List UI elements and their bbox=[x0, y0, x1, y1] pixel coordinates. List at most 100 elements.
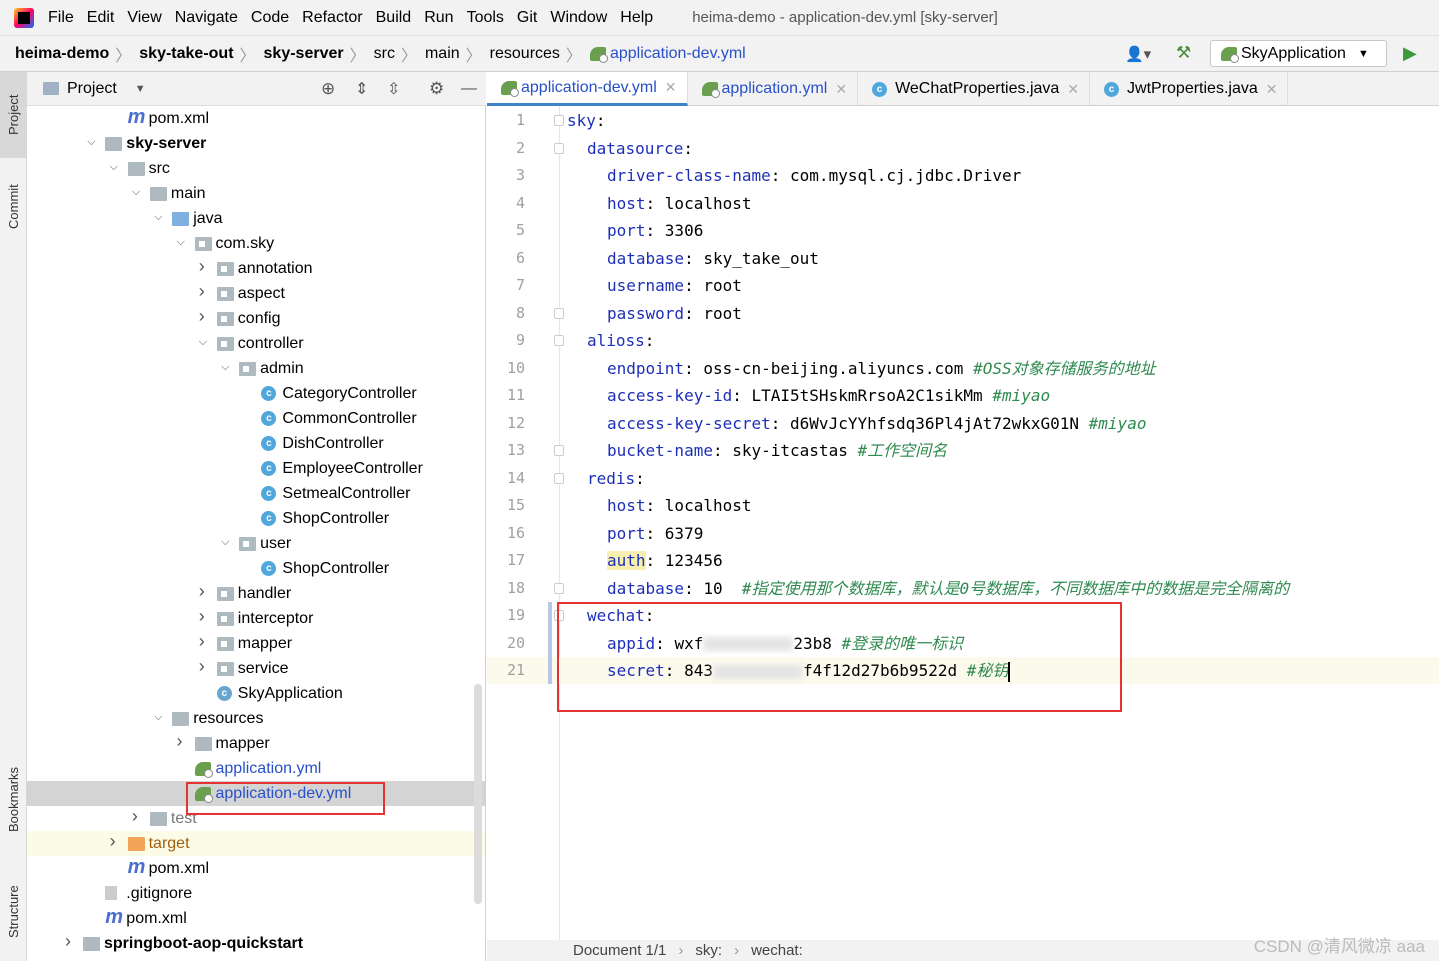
tree-scrollbar[interactable] bbox=[474, 684, 482, 904]
breadcrumb-item[interactable]: src bbox=[374, 45, 395, 63]
breadcrumb-item[interactable]: sky-take-out bbox=[139, 45, 233, 63]
tree-item[interactable]: c CategoryController bbox=[27, 381, 485, 406]
tree-item[interactable]: c CommonController bbox=[27, 406, 485, 431]
path-item[interactable]: sky: bbox=[695, 942, 722, 959]
tree-item[interactable]: › service bbox=[27, 656, 485, 681]
tree-item[interactable]: m pom.xml bbox=[27, 856, 485, 881]
code-line[interactable]: endpoint: oss-cn-beijing.aliyuncs.com #O… bbox=[560, 355, 1156, 382]
chevron-right-icon[interactable]: › bbox=[199, 607, 209, 625]
tree-item[interactable]: application.yml bbox=[27, 756, 485, 781]
chevron-down-icon[interactable]: ⌵ bbox=[132, 187, 142, 198]
chevron-down-icon[interactable]: ⌵ bbox=[87, 137, 97, 148]
code-line[interactable]: host: localhost bbox=[560, 190, 752, 217]
menu-help[interactable]: Help bbox=[620, 9, 653, 26]
tree-item[interactable]: ⌵ resources bbox=[27, 706, 485, 731]
chevron-right-icon[interactable]: › bbox=[199, 307, 209, 325]
tool-tab-structure[interactable]: Structure bbox=[0, 867, 27, 957]
editor-tab[interactable]: c JwtProperties.java ✕ bbox=[1090, 72, 1289, 106]
minimize-icon[interactable]: — bbox=[461, 80, 477, 98]
locate-icon[interactable]: ⊕ bbox=[321, 79, 335, 99]
tree-item[interactable]: ⌵ main bbox=[27, 181, 485, 206]
chevron-right-icon[interactable]: › bbox=[65, 932, 75, 950]
tree-item[interactable]: › handler bbox=[27, 581, 485, 606]
code-line[interactable]: access-key-secret: d6WvJcYYhfsdq36Pl4jAt… bbox=[560, 410, 1146, 437]
code-line[interactable]: alioss: bbox=[560, 327, 664, 354]
run-icon[interactable]: ▶ bbox=[1403, 43, 1417, 64]
tree-item[interactable]: .gitignore bbox=[27, 881, 485, 906]
tree-item[interactable]: ⌵ java bbox=[27, 206, 485, 231]
tool-tab-project[interactable]: Project bbox=[0, 72, 27, 158]
path-item[interactable]: wechat: bbox=[751, 942, 803, 959]
close-icon[interactable]: ✕ bbox=[835, 81, 847, 98]
tree-item[interactable]: c ShopController bbox=[27, 506, 485, 531]
tree-item[interactable]: ⌵ sky-server bbox=[27, 131, 485, 156]
tree-item[interactable]: › config bbox=[27, 306, 485, 331]
collapse-all-icon[interactable]: ⇳ bbox=[387, 79, 400, 99]
chevron-down-icon[interactable]: ▼ bbox=[135, 83, 146, 95]
menu-view[interactable]: View bbox=[127, 9, 161, 26]
code-line[interactable]: host: localhost bbox=[560, 492, 752, 519]
chevron-right-icon[interactable]: › bbox=[199, 632, 209, 650]
code-line[interactable]: port: 6379 bbox=[560, 520, 703, 547]
breadcrumb-item[interactable]: application-dev.yml bbox=[610, 45, 746, 63]
tree-item[interactable]: m pom.xml bbox=[27, 106, 485, 131]
menu-code[interactable]: Code bbox=[251, 9, 289, 26]
tree-item[interactable]: c DishController bbox=[27, 431, 485, 456]
user-icon[interactable]: 👤▾ bbox=[1125, 45, 1151, 63]
breadcrumb-item[interactable]: sky-server bbox=[264, 45, 344, 63]
tree-item[interactable]: ⌵ user bbox=[27, 531, 485, 556]
tree-item[interactable]: c SetmealController bbox=[27, 481, 485, 506]
tree-item[interactable]: › aspect bbox=[27, 281, 485, 306]
menu-run[interactable]: Run bbox=[424, 9, 453, 26]
chevron-right-icon[interactable]: › bbox=[199, 257, 209, 275]
tree-item[interactable]: › springboot-aop-quickstart bbox=[27, 931, 485, 956]
close-icon[interactable]: ✕ bbox=[1266, 81, 1278, 98]
menu-window[interactable]: Window bbox=[550, 9, 607, 26]
code-line[interactable]: access-key-id: LTAI5tSHskmRrsoA2C1sikMm … bbox=[560, 382, 1050, 409]
tree-item[interactable]: ⌵ src bbox=[27, 156, 485, 181]
tree-item[interactable]: ⌵ admin bbox=[27, 356, 485, 381]
chevron-down-icon[interactable]: ⌵ bbox=[221, 537, 231, 548]
tool-tab-commit[interactable]: Commit bbox=[0, 167, 27, 247]
chevron-right-icon[interactable]: › bbox=[199, 582, 209, 600]
tree-item[interactable]: › mapper bbox=[27, 731, 485, 756]
tree-item[interactable]: c EmployeeController bbox=[27, 456, 485, 481]
chevron-down-icon[interactable]: ⌵ bbox=[199, 337, 209, 348]
code-line[interactable]: password: root bbox=[560, 300, 742, 327]
chevron-right-icon[interactable]: › bbox=[199, 282, 209, 300]
editor-tab[interactable]: application.yml ✕ bbox=[688, 72, 859, 106]
code-line[interactable]: datasource: bbox=[560, 135, 703, 162]
tree-item[interactable]: c ShopController bbox=[27, 556, 485, 581]
code-line[interactable]: driver-class-name: com.mysql.cj.jdbc.Dri… bbox=[560, 162, 1021, 189]
menu-build[interactable]: Build bbox=[376, 9, 412, 26]
chevron-down-icon[interactable]: ⌵ bbox=[110, 162, 120, 173]
code-line[interactable]: redis: bbox=[560, 465, 654, 492]
expand-all-icon[interactable]: ⇕ bbox=[355, 79, 368, 99]
editor-tab[interactable]: application-dev.yml ✕ bbox=[487, 72, 688, 106]
menu-git[interactable]: Git bbox=[517, 9, 537, 26]
chevron-right-icon[interactable]: › bbox=[110, 832, 120, 850]
tree-item[interactable]: › interceptor bbox=[27, 606, 485, 631]
menu-edit[interactable]: Edit bbox=[87, 9, 115, 26]
tree-item[interactable]: c SkyApplication bbox=[27, 681, 485, 706]
code-editor[interactable]: sky: datasource: driver-class-name: com.… bbox=[560, 106, 1439, 940]
chevron-right-icon[interactable]: › bbox=[132, 807, 142, 825]
tree-item[interactable]: ⌵ com.sky bbox=[27, 231, 485, 256]
code-line[interactable]: database: sky_take_out bbox=[560, 245, 819, 272]
editor-tab[interactable]: c WeChatProperties.java ✕ bbox=[858, 72, 1091, 106]
menu-navigate[interactable]: Navigate bbox=[175, 9, 238, 26]
menu-file[interactable]: File bbox=[48, 9, 74, 26]
code-line[interactable]: auth: 123456 bbox=[560, 547, 723, 574]
code-line[interactable]: port: 3306 bbox=[560, 217, 703, 244]
code-line[interactable]: username: root bbox=[560, 272, 742, 299]
gear-icon[interactable]: ⚙ bbox=[429, 79, 444, 99]
breadcrumb-item[interactable]: resources bbox=[490, 45, 560, 63]
code-line[interactable]: database: 10 #指定使用那个数据库，默认是0号数据库，不同数据库中的… bbox=[560, 575, 1289, 602]
menu-refactor[interactable]: Refactor bbox=[302, 9, 362, 26]
run-configuration-select[interactable]: SkyApplication ▼ bbox=[1210, 40, 1387, 67]
chevron-right-icon[interactable]: › bbox=[199, 657, 209, 675]
code-line[interactable]: bucket-name: sky-itcastas #工作空间名 bbox=[560, 437, 947, 464]
close-icon[interactable]: ✕ bbox=[1067, 81, 1079, 98]
tree-item[interactable]: › target bbox=[27, 831, 485, 856]
breadcrumb-item[interactable]: main bbox=[425, 45, 460, 63]
